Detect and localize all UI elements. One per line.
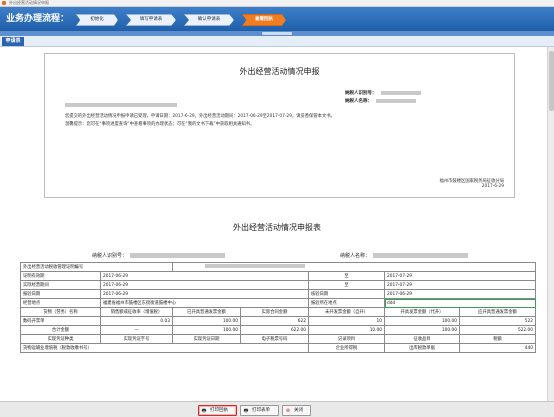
voucher-header: 记录项目 [308, 334, 385, 344]
sales-header: 已开具普通发票金额 [172, 307, 241, 317]
table-header-row: 实现凭证种类 实现凭证字号 实现凭证日期 电子税票号码 记录项目 征收品目 税额 [20, 334, 536, 344]
sales-issued: 100.00 [384, 316, 460, 326]
redacted-taxpayer-id [380, 90, 421, 95]
report-taxpayer-id: 纳税人识别号： [92, 252, 226, 259]
redacted-report-taxpayer-id [130, 253, 226, 258]
receipt-notice: 外出经营活动情况申报 纳税人识别号： 纳税人名称： 您提交的外出经营活动情况申报… [44, 53, 515, 198]
sales-header: 货物（劳务）名称 [20, 307, 101, 317]
flow-bar: 业务办理流程： 初始化 填写申请表 确认申请表 查看回执 [0, 7, 554, 31]
report-location-label: 报验所在地点 [308, 298, 385, 308]
voucher-header: 实现凭证种类 [20, 334, 101, 344]
actual-to-label: 至 [308, 280, 385, 290]
close-button[interactable]: ⊗ 关闭 [282, 405, 311, 416]
report-taxpayer-name: 纳税人名称： [340, 252, 469, 259]
verify-date-label: 核验日期 [308, 289, 385, 299]
splitter-grip-icon[interactable] [262, 32, 292, 35]
voucher-header: 电子税票号码 [240, 334, 309, 344]
scrollbar-thumb[interactable] [549, 51, 554, 111]
report-date: 2017-06-29 [100, 289, 309, 299]
voucher-header: 实现凭证字号 [100, 334, 173, 344]
table-row: 外出经营活动税收管理证明编号 [20, 262, 536, 272]
verify-date: 2017-06-29 [384, 289, 536, 299]
notice-taxpayer-name: 纳税人名称： [345, 98, 416, 104]
sales-header: 销售额或征收率（增值税） [100, 307, 173, 317]
total-label: 合计金额 [20, 325, 101, 335]
actual-label: 实际经营期间 [20, 280, 101, 290]
tab-application-form[interactable]: 申请表 [2, 37, 24, 46]
period-to-label: 至 [308, 271, 385, 281]
table-row: 证明有效期 2017-06-29 至 2017-07-29 [20, 271, 536, 281]
step-fill-form[interactable]: 填写申请表 [126, 14, 176, 26]
period-from: 2017-06-29 [100, 271, 309, 281]
bottom-row-amount: 440 [459, 343, 536, 353]
redacted-taxpayer-name [376, 98, 416, 103]
flow-label: 业务办理流程： [6, 14, 70, 24]
table-row: 实际经营期间 2017-06-29 至 2017-07-29 [20, 280, 536, 290]
total-rate: — [100, 325, 173, 335]
period-to: 2017-07-29 [384, 271, 536, 281]
table-row: 数码开票单 0.03 100.00 622 10 100.00 522 [20, 316, 536, 326]
actual-to: 2017-07-29 [384, 280, 536, 290]
report-table: 外出经营活动税收管理证明编号 证明有效期 2017-06-29 至 2017-0… [20, 262, 536, 353]
sales-header: 未开发票金额（自开） [308, 307, 385, 317]
report-location-input[interactable]: ddd [384, 298, 536, 308]
step-confirm-form[interactable]: 确认申请表 [184, 14, 234, 26]
total-due: 522.00 [459, 325, 536, 335]
bottom-row-receipt: 企业所得税 [308, 343, 385, 353]
window-titlebar: 外出经营活动情况申报 [0, 0, 554, 7]
total-contract: 622.00 [240, 325, 309, 335]
redacted-addressee [65, 103, 177, 107]
sales-header: 应开具普通发票金额 [459, 307, 536, 317]
sales-uninvoiced: 10 [308, 316, 385, 326]
sales-rate: 0.03 [100, 316, 173, 326]
subtab-bar: 申请表 [0, 36, 554, 47]
voucher-header: 征收品目 [384, 334, 460, 344]
step-view-receipt[interactable]: 查看回执 [242, 14, 286, 26]
table-row: 货物运输业增值税（税款收缴书号） 企业所得税 出库税款单据 440 [20, 343, 536, 353]
redacted-cert-no [205, 264, 305, 268]
notice-date: 2017-6-29 [481, 184, 504, 189]
total-invoiced: 100.00 [172, 325, 241, 335]
step-init[interactable]: 初始化 [76, 14, 118, 26]
printer-icon: 🖶 [201, 407, 207, 414]
table-row: 合计金额 — 100.00 622.00 10.00 100.00 522.00 [20, 325, 536, 335]
report-title: 外出经营活动情况申报表 [233, 223, 321, 232]
table-row: 经营地点 福建省福州市鼓楼区东街街道鼓楼中心 报验所在地点 ddd [20, 298, 536, 308]
cert-no-label: 外出经营活动税收管理证明编号 [20, 262, 173, 272]
notice-title: 外出经营活动情况申报 [239, 67, 320, 76]
notice-body-line1: 您提交的外出经营活动情况申报申请已受理，申请日期：2017-6-29，外出经营活… [65, 114, 335, 119]
period-label: 证明有效期 [20, 271, 101, 281]
action-bar: 🖶 打印回执 🖶 打印表单 ⊗ 关闭 [0, 401, 554, 417]
bottom-row-label: 货物运输业增值税（税款收缴书号） [20, 343, 309, 353]
printer-icon: 🖶 [243, 407, 249, 414]
actual-from: 2017-06-29 [100, 280, 309, 290]
bottom-row-code: 出库税款单据 [384, 343, 460, 353]
sales-header: 开具发票金额（代开） [384, 307, 460, 317]
table-row: 报验日期 2017-06-29 核验日期 2017-06-29 [20, 289, 536, 299]
sales-invoiced: 100.00 [172, 316, 241, 326]
report-date-label: 报验日期 [20, 289, 101, 299]
total-uninvoiced: 10.00 [308, 325, 385, 335]
table-header-row: 货物（劳务）名称 销售额或征收率（增值税） 已开具普通发票金额 实际合同金额 未… [20, 307, 536, 317]
voucher-header: 实现凭证日期 [172, 334, 241, 344]
window-title: 外出经营活动情况申报 [9, 0, 49, 5]
location-value: 福建省福州市鼓楼区东街街道鼓楼中心 [100, 298, 309, 308]
cert-no-cell [172, 262, 536, 272]
location-label: 经营地点 [20, 298, 101, 308]
sales-header: 实际合同金额 [240, 307, 309, 317]
print-form-button[interactable]: 🖶 打印表单 [240, 405, 279, 416]
total-issued: 100.00 [384, 325, 460, 335]
app-icon [2, 1, 6, 5]
sales-contract: 622 [240, 316, 309, 326]
sales-due: 522 [459, 316, 536, 326]
close-icon: ⊗ [285, 407, 291, 414]
sales-name: 数码开票单 [20, 316, 101, 326]
voucher-header: 税额 [459, 334, 536, 344]
notice-taxpayer-id: 纳税人识别号： [345, 90, 421, 96]
notice-body-line2: 温馨提示：您可在“事项进度查询”中查看事项的办理状态；可在“我的文书下载”中获取… [65, 122, 255, 127]
redacted-report-taxpayer-name [373, 253, 469, 258]
print-receipt-button[interactable]: 🖶 打印回执 [198, 405, 237, 416]
